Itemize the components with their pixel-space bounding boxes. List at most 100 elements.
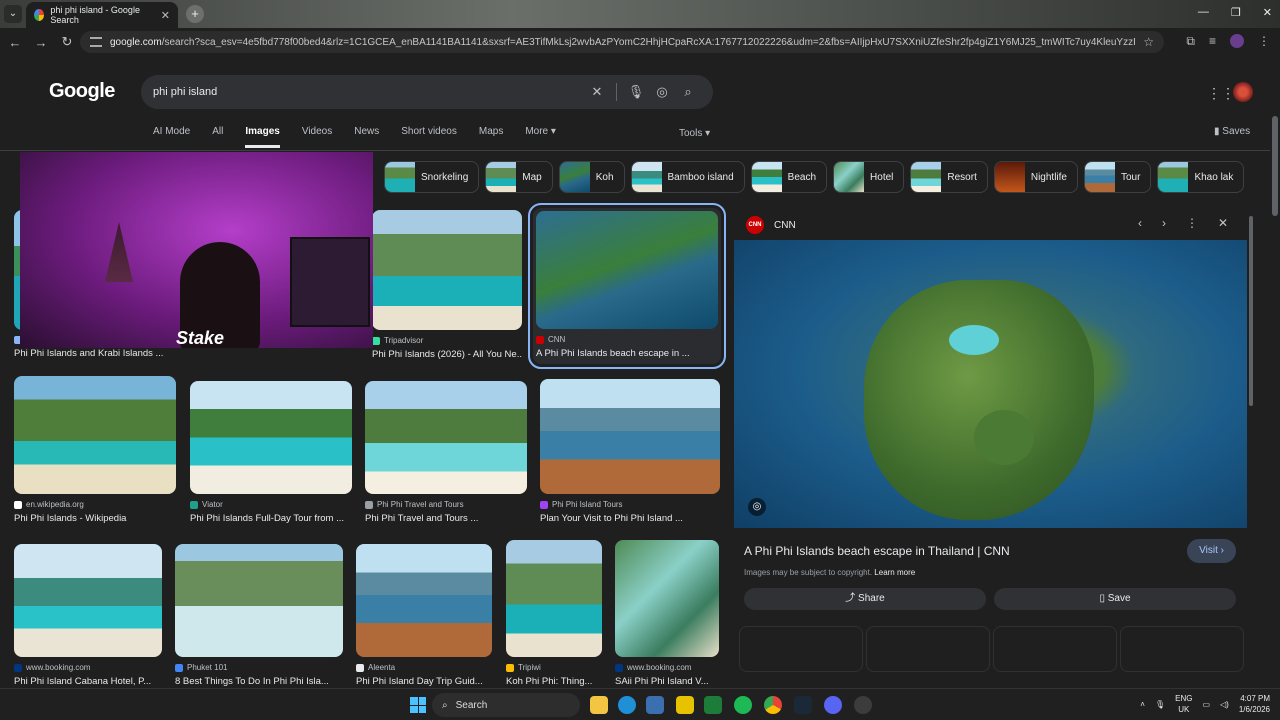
tab-short-videos[interactable]: Short videos xyxy=(401,126,457,148)
image-result[interactable]: Phi Phi Travel and Tours Phi Phi Travel … xyxy=(365,381,527,524)
chip-snorkeling[interactable]: Snorkeling xyxy=(384,161,480,193)
result-image[interactable] xyxy=(175,544,343,657)
chip-khao-lak[interactable]: Khao lak xyxy=(1157,161,1245,193)
clear-icon[interactable]: ✕ xyxy=(584,84,610,100)
microphone-icon[interactable]: 🎙 xyxy=(623,84,649,100)
discord-icon[interactable] xyxy=(824,696,842,714)
result-title[interactable]: Phi Phi Island Day Trip Guid... xyxy=(356,676,492,687)
account-avatar[interactable] xyxy=(1233,82,1253,102)
volume-icon[interactable]: ◁) xyxy=(1220,700,1229,709)
result-image[interactable] xyxy=(190,381,352,494)
lens-search-icon[interactable]: ◎ xyxy=(748,498,766,516)
next-icon[interactable]: › xyxy=(1162,216,1166,230)
minimize-icon[interactable]: — xyxy=(1198,6,1209,19)
image-result[interactable]: Viator Phi Phi Islands Full-Day Tour fro… xyxy=(190,381,352,524)
search-input[interactable]: phi phi island xyxy=(153,86,584,98)
spotify-icon[interactable] xyxy=(734,696,752,714)
image-result[interactable]: en.wikipedia.org Phi Phi Islands - Wikip… xyxy=(14,376,176,524)
result-image[interactable] xyxy=(615,540,719,657)
chip-map[interactable]: Map xyxy=(485,161,553,193)
chip-resort[interactable]: Resort xyxy=(910,161,988,193)
close-panel-icon[interactable]: ✕ xyxy=(1218,216,1228,230)
tab-all[interactable]: All xyxy=(212,126,223,148)
tab-search-icon[interactable]: ⌄ xyxy=(4,5,22,23)
visit-button[interactable]: Visit › xyxy=(1187,539,1236,563)
image-result[interactable]: Aleenta Phi Phi Island Day Trip Guid... xyxy=(356,544,492,687)
google-logo[interactable]: Google xyxy=(49,80,115,103)
address-bar[interactable]: google.com/search?sca_esv=4e5fbd778f00be… xyxy=(80,31,1164,53)
windows-start-icon[interactable] xyxy=(410,697,426,713)
chip-tour[interactable]: Tour xyxy=(1083,161,1152,193)
app-icon[interactable] xyxy=(676,696,694,714)
search-icon[interactable]: ⌕ xyxy=(675,84,701,100)
close-tab-icon[interactable]: ✕ xyxy=(161,9,170,22)
file-explorer-icon[interactable] xyxy=(590,696,608,714)
image-result[interactable]: Phuket 101 8 Best Things To Do In Phi Ph… xyxy=(175,544,343,687)
tab-more[interactable]: More ▾ xyxy=(525,126,556,148)
share-button[interactable]: ⤴ Share xyxy=(744,588,986,610)
result-image[interactable] xyxy=(540,379,720,494)
restore-icon[interactable]: ❐ xyxy=(1231,6,1241,19)
profile-avatar[interactable] xyxy=(1230,34,1244,48)
tools-button[interactable]: Tools ▾ xyxy=(679,128,710,139)
image-result[interactable]: Tripadvisor Phi Phi Islands (2026) - All… xyxy=(372,210,522,360)
steam-icon[interactable] xyxy=(794,696,812,714)
microphone-icon[interactable]: 🎙 xyxy=(1155,700,1165,709)
chip-hotel[interactable]: Hotel xyxy=(833,161,905,193)
result-image[interactable] xyxy=(356,544,492,657)
clock[interactable]: 4:07 PM 1/6/2026 xyxy=(1239,693,1270,715)
store-icon[interactable] xyxy=(646,696,664,714)
app-icon[interactable] xyxy=(854,696,872,714)
chip-bamboo-island[interactable]: Bamboo island xyxy=(630,161,745,193)
result-title[interactable]: 8 Best Things To Do In Phi Phi Isla... xyxy=(175,676,343,687)
result-image[interactable] xyxy=(506,540,602,657)
search-box[interactable]: phi phi island ✕ 🎙 ◎ ⌕ xyxy=(141,75,713,109)
result-image[interactable] xyxy=(365,381,527,494)
browser-tab[interactable]: phi phi island - Google Search ✕ xyxy=(26,2,178,28)
site-info-icon[interactable] xyxy=(90,37,102,47)
close-window-icon[interactable]: ✕ xyxy=(1263,6,1272,19)
preview-image[interactable]: ◎ xyxy=(734,240,1247,528)
edge-icon[interactable] xyxy=(618,696,636,714)
image-result[interactable]: Tripiwi Koh Phi Phi: Thing... xyxy=(506,540,602,687)
result-title[interactable]: Koh Phi Phi: Thing... xyxy=(506,676,602,687)
result-title[interactable]: Phi Phi Islands (2026) - All You Ne... xyxy=(372,349,522,360)
image-result[interactable]: www.booking.com Phi Phi Island Cabana Ho… xyxy=(14,544,162,687)
panel-source[interactable]: CNN CNN xyxy=(746,216,796,234)
result-title[interactable]: Phi Phi Islands - Wikipedia xyxy=(14,513,176,524)
chip-beach[interactable]: Beach xyxy=(750,161,828,193)
more-options-icon[interactable]: ⋮ xyxy=(1186,216,1198,230)
media-icon[interactable]: ≡ xyxy=(1209,34,1216,49)
result-image[interactable] xyxy=(372,210,522,330)
result-image[interactable] xyxy=(14,544,162,657)
chevron-up-icon[interactable]: ˄ xyxy=(1140,700,1145,709)
image-result-selected[interactable]: CNN A Phi Phi Islands beach escape in ..… xyxy=(528,203,726,369)
result-title[interactable]: SAii Phi Phi Island V... xyxy=(615,676,719,687)
chip-koh[interactable]: Koh xyxy=(558,161,625,193)
reload-icon[interactable]: ↻ xyxy=(56,34,78,50)
image-result[interactable]: Phi Phi Island Tours Plan Your Visit to … xyxy=(540,379,720,524)
previous-icon[interactable]: ‹ xyxy=(1138,216,1142,230)
result-title[interactable]: Phi Phi Travel and Tours ... xyxy=(365,513,527,524)
browser-menu-icon[interactable]: ⋮ xyxy=(1258,34,1270,49)
extensions-icon[interactable]: ⧉ xyxy=(1186,34,1195,49)
back-icon[interactable]: ← xyxy=(4,35,26,50)
result-image[interactable] xyxy=(14,376,176,494)
result-image[interactable] xyxy=(536,211,718,329)
xbox-icon[interactable] xyxy=(704,696,722,714)
tab-maps[interactable]: Maps xyxy=(479,126,503,148)
panel-scroll-thumb[interactable] xyxy=(1249,216,1253,406)
lens-icon[interactable]: ◎ xyxy=(649,84,675,100)
result-title[interactable]: Plan Your Visit to Phi Phi Island ... xyxy=(540,513,720,524)
network-icon[interactable]: ▭ xyxy=(1202,700,1210,709)
page-scrollbar[interactable] xyxy=(1272,116,1278,216)
tab-videos[interactable]: Videos xyxy=(302,126,332,148)
save-button[interactable]: ▯ Save xyxy=(994,588,1236,610)
result-title[interactable]: Phi Phi Islands and Krabi Islands ... xyxy=(14,348,174,359)
image-result[interactable]: www.booking.com SAii Phi Phi Island V... xyxy=(615,540,719,687)
result-title[interactable]: Phi Phi Islands Full-Day Tour from ... xyxy=(190,513,352,524)
tab-ai-mode[interactable]: AI Mode xyxy=(153,126,190,148)
tab-news[interactable]: News xyxy=(354,126,379,148)
saves-button[interactable]: ▮ Saves xyxy=(1214,126,1250,137)
bookmark-star-icon[interactable]: ☆ xyxy=(1143,35,1154,49)
